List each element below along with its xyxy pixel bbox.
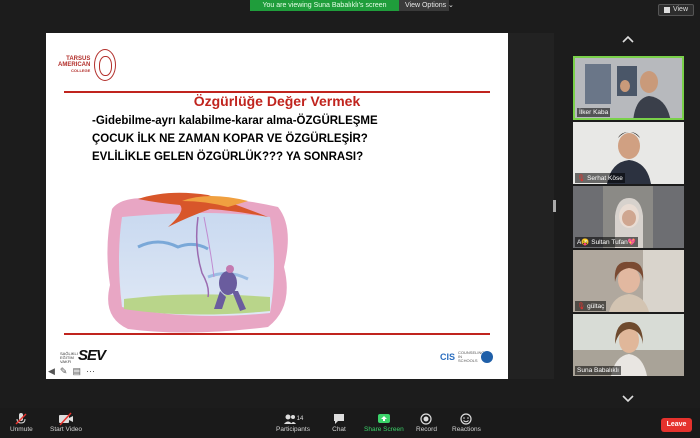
round-logo-icon <box>481 351 494 363</box>
sev-small-text: SAĞLIKLI EĞİTİM VAKFI <box>60 351 78 364</box>
participants-button[interactable]: 14 Participants <box>276 412 310 433</box>
start-video-button[interactable]: Start Video <box>50 412 82 433</box>
pen-icon[interactable]: ✎ <box>60 366 68 376</box>
chat-button[interactable]: Chat <box>332 412 346 433</box>
record-label: Record <box>416 426 437 433</box>
panel-splitter-handle[interactable] <box>553 200 556 212</box>
muted-mic-icon: 🎙︎ <box>577 175 586 182</box>
participant-name-label: 🎙︎ Serhat Köse <box>575 173 625 183</box>
chat-icon <box>332 412 346 426</box>
share-screen-label: Share Screen <box>364 426 404 433</box>
participant-name: gültaç <box>587 303 605 310</box>
participant-tile[interactable]: Suna Babalıklı <box>573 314 684 376</box>
share-screen-button[interactable]: Share Screen <box>364 412 404 433</box>
start-video-label: Start Video <box>50 426 83 433</box>
cis-small-text: COUNSELING IN SCHOOLS <box>458 350 485 363</box>
participant-tile[interactable]: İlker Kaba <box>573 56 684 120</box>
slide-bullet: -Gidebilme-ayrı kalabilme-karar alma-ÖZG… <box>92 115 378 127</box>
chat-label: Chat <box>332 426 346 433</box>
reactions-icon <box>459 412 473 426</box>
view-options-dropdown[interactable]: View Options ⌄ <box>399 0 454 11</box>
muted-microphone-icon <box>14 412 28 426</box>
muted-mic-icon: 🎙︎ <box>577 303 586 310</box>
sev-logo: SAĞLIKLI EĞİTİM VAKFI SEV <box>60 347 106 364</box>
participant-name-label: 🎙︎ gültaç <box>575 301 607 311</box>
participant-tile[interactable]: 🎙︎ gültaç <box>573 250 684 312</box>
slide-bullet: ÇOCUK İLK NE ZAMAN KOPAR VE ÖZGÜRLEŞİR? <box>92 133 368 145</box>
participant-name: Serhat Köse <box>587 175 623 182</box>
meeting-toolbar: Unmute Start Video 14 Participants Chat <box>0 408 700 438</box>
chevron-down-icon[interactable] <box>621 392 635 406</box>
participant-tile[interactable]: A😜 Sultan Tufan💖 <box>573 186 684 248</box>
school-logo: TARSUS AMERICAN COLLEGE <box>58 49 117 81</box>
share-banner: You are viewing Suna Babalıklı's screen … <box>250 0 454 11</box>
participant-name: İlker Kaba <box>577 108 611 117</box>
cis-text: CIS <box>440 352 456 362</box>
chevron-up-icon[interactable] <box>621 32 635 46</box>
arrow-left-icon[interactable]: ◀ <box>48 366 55 376</box>
shared-slide: TARSUS AMERICAN COLLEGE Özgürlüğe Değer … <box>46 33 508 379</box>
participants-icon: 14 <box>283 412 304 426</box>
logo-text: TARSUS AMERICAN COLLEGE <box>58 56 90 74</box>
participants-label: Participants <box>276 426 310 433</box>
leave-button[interactable]: Leave <box>661 418 692 432</box>
record-button[interactable]: Record <box>416 412 437 433</box>
reactions-label: Reactions <box>452 426 481 433</box>
grid-icon <box>663 7 670 13</box>
slide-side-gap <box>508 33 554 379</box>
cis-logo: CIS COUNSELING IN SCHOOLS <box>440 350 494 363</box>
unmute-label: Unmute <box>10 426 33 433</box>
sharing-status-text: You are viewing Suna Babalıklı's screen <box>250 0 399 11</box>
slide-bullet: EVLİLİKLE GELEN ÖZGÜRLÜK??? YA SONRASI? <box>92 151 364 163</box>
kite-bird-illustration <box>107 192 288 333</box>
view-label: View <box>672 6 688 13</box>
slide-tools: ◀ ✎ ▤ ⋯ <box>48 366 95 376</box>
bottom-divider <box>64 333 490 335</box>
reactions-button[interactable]: Reactions <box>452 412 481 433</box>
video-off-icon <box>58 412 74 426</box>
record-icon <box>419 412 433 426</box>
view-button[interactable]: View <box>657 4 694 16</box>
unmute-button[interactable]: Unmute <box>10 412 33 433</box>
zoom-window: You are viewing Suna Babalıklı's screen … <box>0 0 700 438</box>
slide-title: Özgürlüğe Değer Vermek <box>193 93 361 109</box>
seal-icon <box>94 49 117 81</box>
more-icon[interactable]: ⋯ <box>86 366 95 376</box>
participant-name: A😜 Sultan Tufan💖 <box>575 237 638 247</box>
participant-tile[interactable]: 🎙︎ Serhat Köse <box>573 122 684 184</box>
participant-name: Suna Babalıklı <box>575 366 621 375</box>
share-screen-icon <box>377 412 391 426</box>
participants-count: 14 <box>296 416 304 422</box>
sev-text: SEV <box>78 347 106 364</box>
slides-icon[interactable]: ▤ <box>72 366 81 376</box>
logo-line: COLLEGE <box>71 68 91 73</box>
